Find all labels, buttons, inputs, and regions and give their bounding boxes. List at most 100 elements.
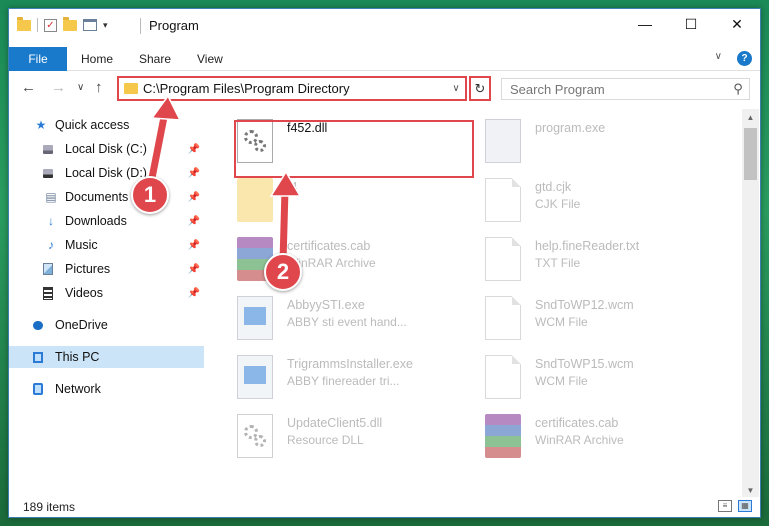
file-name: gtd.cjk: [535, 180, 572, 194]
file-name: help.fineReader.txt: [535, 239, 640, 253]
properties-check-icon[interactable]: ✓: [44, 18, 57, 32]
sidebar-item-local-disk-d[interactable]: Local Disk (D:) 📌: [9, 162, 204, 184]
large-icons-view-icon[interactable]: ▦: [738, 500, 752, 512]
file-item-abbyysti-exe[interactable]: AbbyySTI.exe ABBY sti event hand...: [219, 291, 459, 343]
file-type: TXT File: [535, 256, 581, 270]
file-name: SndToWP15.wcm: [535, 357, 634, 371]
tab-share[interactable]: Share: [139, 52, 171, 66]
file-icon: [485, 296, 521, 340]
title-divider: [140, 18, 141, 34]
pin-icon[interactable]: 📌: [188, 240, 200, 251]
item-count: 189 items: [23, 500, 76, 514]
dll-gear-icon: [237, 414, 273, 458]
file-type: ABBY sti event hand...: [287, 315, 407, 329]
file-name: UpdateClient5.dll: [287, 416, 383, 430]
file-item-help-finereader-txt[interactable]: help.fineReader.txt TXT File: [467, 232, 707, 284]
videos-icon: [43, 286, 53, 300]
quick-access-toolbar: ✓ ▾: [17, 16, 108, 32]
sidebar-item-label: OneDrive: [55, 318, 108, 332]
ribbon: File Home Share View ∨ ?: [9, 47, 760, 71]
computer-icon: [33, 351, 43, 363]
scroll-up-icon[interactable]: ▲: [742, 109, 759, 126]
up-arrow-icon[interactable]: ↑: [95, 79, 103, 96]
sidebar-item-label: Pictures: [65, 262, 111, 276]
file-type: Resource DLL: [287, 433, 364, 447]
file-name: AbbyySTI.exe: [287, 298, 365, 312]
file-explorer-window: ✓ ▾ Program — ☐ ✕ File Home Share View ∨…: [8, 8, 761, 518]
drive-icon: [43, 144, 53, 154]
sidebar-item-label: Local Disk (C:): [65, 142, 147, 156]
sidebar-item-pictures[interactable]: Pictures 📌: [9, 258, 204, 280]
documents-icon: ▤: [45, 190, 57, 204]
pin-icon[interactable]: 📌: [188, 192, 200, 203]
file-type: WinRAR Archive: [535, 433, 624, 447]
pin-icon[interactable]: 📌: [188, 264, 200, 275]
file-item-certificates-cab[interactable]: certificates.cab WinRAR Archive: [219, 232, 459, 284]
minimize-button[interactable]: —: [622, 9, 668, 39]
sidebar-item-network[interactable]: Network: [9, 378, 204, 400]
sidebar-item-quick-access[interactable]: ★ Quick access: [9, 114, 204, 136]
expand-ribbon-chevron-icon[interactable]: ∨: [715, 51, 722, 62]
toolbar-divider: [37, 18, 38, 32]
file-item-certificates-cab-2[interactable]: certificates.cab WinRAR Archive: [467, 409, 707, 461]
sidebar-item-onedrive[interactable]: OneDrive: [9, 314, 204, 336]
file-icon: [485, 355, 521, 399]
callout-badge-1: 1: [131, 176, 169, 214]
sidebar-item-label: Videos: [65, 286, 103, 300]
vertical-scrollbar[interactable]: ▲ ▼: [742, 109, 759, 499]
help-icon[interactable]: ?: [737, 51, 752, 66]
sidebar-item-music[interactable]: ♪ Music 📌: [9, 234, 204, 256]
sidebar-item-documents[interactable]: ▤ Documents 📌: [9, 186, 204, 208]
navigation-pane: ★ Quick access Local Disk (C:) 📌 Local D…: [9, 109, 204, 499]
forward-arrow-icon[interactable]: →: [51, 79, 66, 96]
pin-icon[interactable]: 📌: [188, 144, 200, 155]
file-type: ABBY finereader tri...: [287, 374, 400, 388]
file-item-gtd-cjk[interactable]: gtd.cjk CJK File: [467, 173, 707, 225]
search-box[interactable]: ⚲: [501, 78, 750, 100]
new-folder-icon[interactable]: [63, 16, 77, 31]
sidebar-item-label: Local Disk (D:): [65, 166, 147, 180]
details-view-icon[interactable]: ≡: [718, 500, 732, 512]
music-icon: ♪: [48, 238, 54, 252]
status-bar: 189 items ≡ ▦: [9, 497, 760, 517]
pin-icon[interactable]: 📌: [188, 168, 200, 179]
pin-icon[interactable]: 📌: [188, 216, 200, 227]
file-item-sndtowp12-wcm[interactable]: SndToWP12.wcm WCM File: [467, 291, 707, 343]
address-path[interactable]: C:\Program Files\Program Directory: [143, 81, 447, 96]
sidebar-item-local-disk-c[interactable]: Local Disk (C:) 📌: [9, 138, 204, 160]
winrar-icon: [485, 414, 521, 458]
address-bar[interactable]: C:\Program Files\Program Directory ∨: [117, 76, 467, 101]
file-item-trigrammsinstaller-exe[interactable]: TrigrammsInstaller.exe ABBY finereader t…: [219, 350, 459, 402]
scrollbar-thumb[interactable]: [744, 128, 757, 180]
star-icon: ★: [35, 118, 47, 132]
properties-icon[interactable]: [83, 19, 97, 31]
file-tab[interactable]: File: [9, 47, 67, 71]
sidebar-item-this-pc[interactable]: This PC: [9, 346, 204, 368]
sidebar-item-downloads[interactable]: ↓ Downloads 📌: [9, 210, 204, 232]
close-button[interactable]: ✕: [714, 9, 760, 39]
drive-icon: [43, 168, 53, 178]
file-item-t4[interactable]: t4: [219, 173, 459, 225]
callout-badge-2: 2: [264, 253, 302, 291]
file-type: CJK File: [535, 197, 581, 211]
file-type: WCM File: [535, 315, 588, 329]
file-item-updateclient5-dll[interactable]: UpdateClient5.dll Resource DLL: [219, 409, 459, 461]
refresh-button[interactable]: ↻: [469, 76, 491, 101]
back-arrow-icon[interactable]: ←: [21, 79, 36, 96]
recent-locations-chevron-icon[interactable]: ∨: [77, 82, 84, 93]
maximize-button[interactable]: ☐: [668, 9, 714, 39]
tab-view[interactable]: View: [197, 52, 223, 66]
file-item-program-exe[interactable]: program.exe: [467, 114, 707, 166]
address-dropdown-chevron-icon[interactable]: ∨: [447, 83, 465, 94]
folder-icon: [17, 16, 31, 31]
sidebar-item-videos[interactable]: Videos 📌: [9, 282, 204, 304]
search-input[interactable]: [510, 81, 727, 97]
pin-icon[interactable]: 📌: [188, 288, 200, 299]
file-item-sndtowp15-wcm[interactable]: SndToWP15.wcm WCM File: [467, 350, 707, 402]
file-name: TrigrammsInstaller.exe: [287, 357, 413, 371]
customize-toolbar-chevron-icon[interactable]: ▾: [103, 20, 108, 31]
search-icon[interactable]: ⚲: [727, 81, 749, 97]
tab-home[interactable]: Home: [81, 52, 113, 66]
sidebar-item-label: Quick access: [55, 118, 130, 132]
app-icon: [237, 296, 273, 340]
